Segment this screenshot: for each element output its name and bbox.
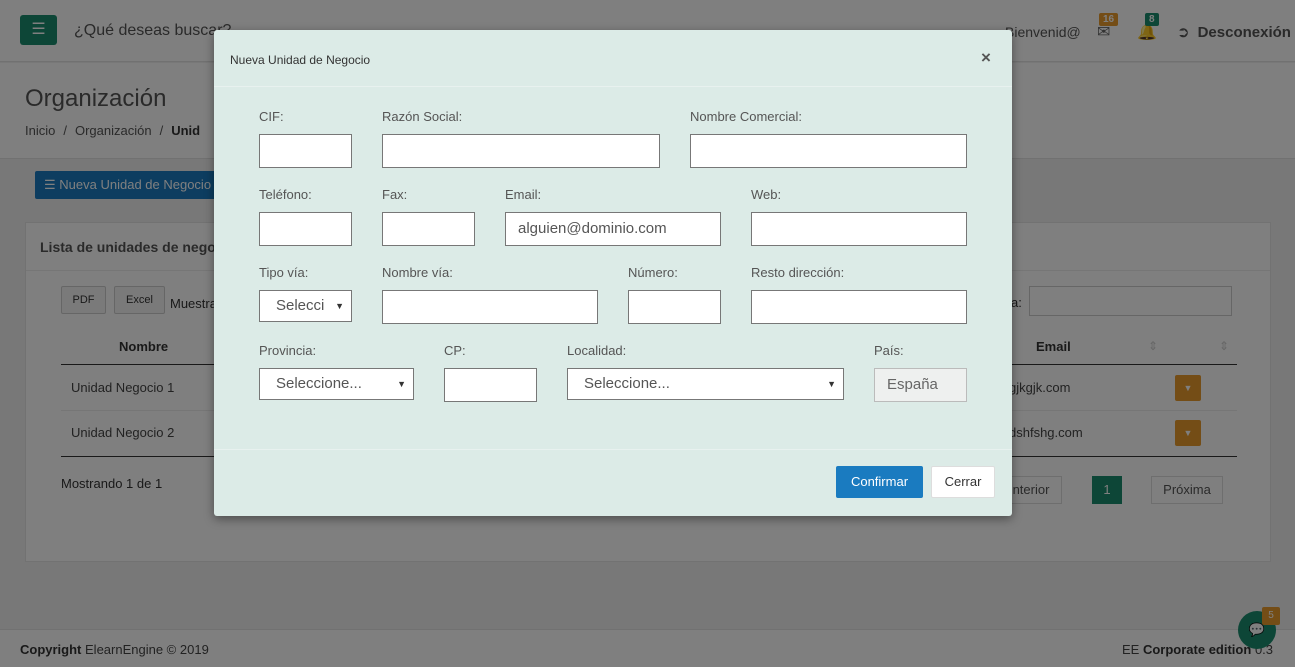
web-label: Web: — [751, 187, 782, 202]
numero-input[interactable] — [628, 290, 721, 324]
email-input[interactable]: alguien@dominio.com — [505, 212, 721, 246]
cp-label: CP: — [444, 343, 466, 358]
modal-title: Nueva Unidad de Negocio — [230, 53, 371, 67]
nombre-via-input[interactable] — [382, 290, 598, 324]
caret-down-icon: ▼ — [335, 301, 344, 311]
cp-input[interactable] — [444, 368, 537, 402]
localidad-label: Localidad: — [567, 343, 627, 358]
numero-label: Número: — [628, 265, 678, 280]
razon-social-label: Razón Social: — [382, 109, 463, 124]
cif-input[interactable] — [259, 134, 352, 168]
fax-input[interactable] — [382, 212, 475, 246]
localidad-select[interactable]: Seleccione... ▼ — [567, 368, 844, 400]
close-button[interactable]: Cerrar — [931, 466, 995, 498]
nombre-comercial-input[interactable] — [690, 134, 967, 168]
resto-direccion-label: Resto dirección: — [751, 265, 845, 280]
tipo-via-label: Tipo vía: — [259, 265, 309, 280]
telefono-label: Teléfono: — [259, 187, 312, 202]
caret-down-icon: ▼ — [397, 379, 406, 389]
caret-down-icon: ▼ — [827, 379, 836, 389]
nombre-comercial-label: Nombre Comercial: — [690, 109, 802, 124]
razon-social-input[interactable] — [382, 134, 660, 168]
confirm-button[interactable]: Confirmar — [836, 466, 923, 498]
modal-header: Nueva Unidad de Negocio × — [214, 30, 1012, 87]
telefono-input[interactable] — [259, 212, 352, 246]
close-icon[interactable]: × — [981, 48, 991, 68]
nombre-via-label: Nombre vía: — [382, 265, 453, 280]
tipo-via-select[interactable]: Selecci ▼ — [259, 290, 352, 322]
pais-label: País: — [874, 343, 904, 358]
fax-label: Fax: — [382, 187, 408, 202]
web-input[interactable] — [751, 212, 967, 246]
resto-direccion-input[interactable] — [751, 290, 967, 324]
cif-label: CIF: — [259, 109, 284, 124]
provincia-select[interactable]: Seleccione... ▼ — [259, 368, 414, 400]
pais-input: España — [874, 368, 967, 402]
new-business-unit-modal: Nueva Unidad de Negocio × CIF: Razón Soc… — [214, 30, 1012, 516]
provincia-label: Provincia: — [259, 343, 317, 358]
email-label: Email: — [505, 187, 542, 202]
